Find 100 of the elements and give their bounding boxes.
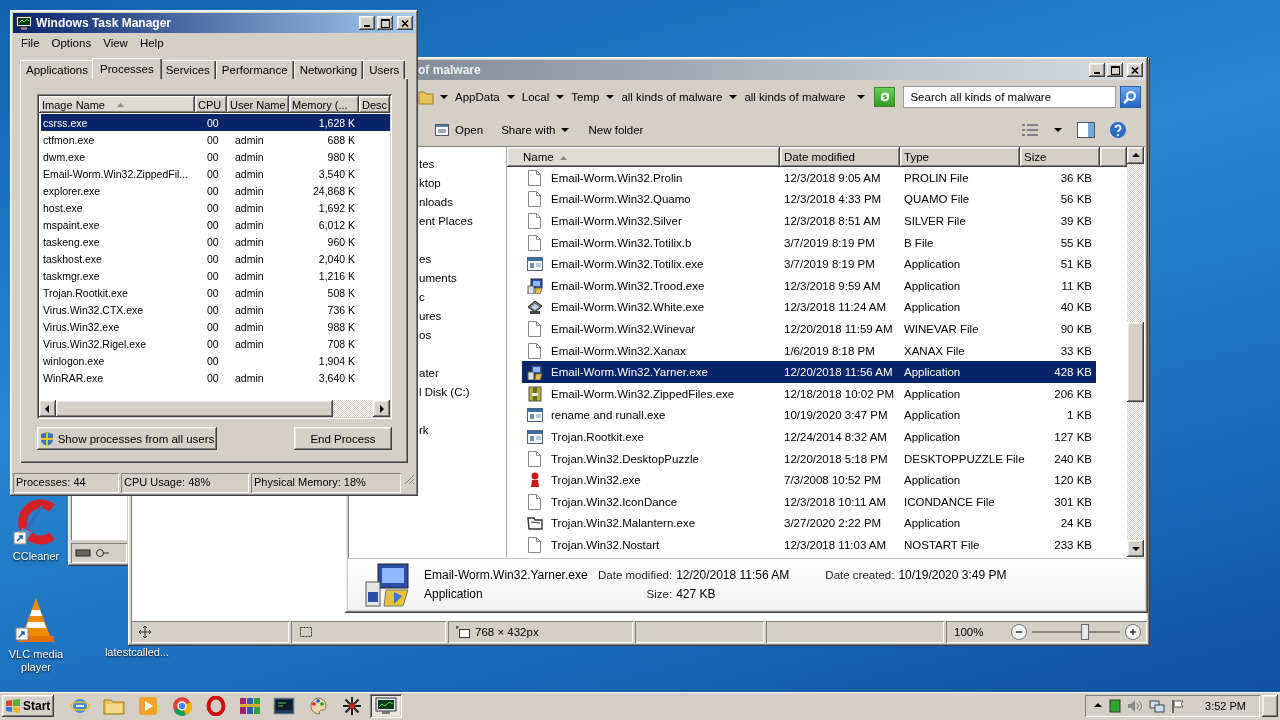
address-bar[interactable]: AppData Local Temp all kinds of malware all kinds of malware (418, 86, 867, 108)
tab[interactable]: Applications (20, 60, 94, 79)
minimize-button[interactable] (1089, 63, 1105, 77)
file-row[interactable]: Trojan.Win32.DesktopPuzzle 12/20/2018 5:18 PM DESKTOPPUZZLE File 240 KB (522, 447, 1096, 470)
file-row[interactable]: Email-Worm.Win32.Trood.exe 12/3/2018 9:59 AM Application 11 KB (522, 274, 1096, 297)
toolbar-button[interactable]: Share with (499, 124, 573, 136)
process-row[interactable]: taskhost.exe 00 admin 2,040 K (41, 250, 390, 267)
slider-thumb[interactable] (1080, 624, 1089, 640)
tab[interactable]: Performance (215, 60, 294, 79)
nav-item[interactable]: ent Places (419, 212, 506, 231)
process-row[interactable]: Trojan.Rootkit.exe 00 admin 508 K (41, 284, 390, 301)
process-row[interactable]: Virus.Win32.CTX.exe 00 admin 736 K (41, 301, 390, 318)
tab[interactable]: Services (159, 60, 216, 79)
zoom-out-button[interactable] (1011, 624, 1027, 640)
nav-item[interactable]: tes (419, 155, 506, 174)
column-header[interactable]: Type (900, 147, 1020, 167)
breadcrumb-arrow-icon[interactable] (555, 92, 566, 102)
maximize-button[interactable] (377, 16, 393, 30)
toolbar-button[interactable]: New folder (586, 124, 646, 136)
show-desktop-button[interactable] (1262, 695, 1278, 717)
scroll-thumb[interactable] (56, 400, 333, 417)
file-row[interactable]: Trojan.Rootkit.exe 12/24/2014 8:32 AM Application 127 KB (522, 426, 1096, 448)
preview-pane-button[interactable] (1077, 122, 1095, 138)
maximize-button[interactable] (1107, 63, 1123, 77)
menu-item[interactable]: Help (133, 36, 170, 49)
vertical-scrollbar[interactable] (1127, 147, 1144, 557)
column-header[interactable]: CPU (195, 96, 227, 113)
nav-item[interactable]: os (419, 326, 506, 345)
search-button[interactable] (1119, 86, 1141, 108)
tab[interactable]: Processes (92, 58, 162, 79)
nav-item[interactable]: es (419, 250, 506, 269)
nav-item[interactable]: nloads (419, 193, 506, 212)
start-button[interactable]: Start (2, 695, 54, 717)
view-button[interactable] (1021, 123, 1039, 137)
desktop-shortcut[interactable]: CCleaner (4, 498, 68, 563)
process-row[interactable]: winlogon.exe 00 1,904 K (41, 352, 390, 369)
file-row[interactable]: Email-Worm.Win32.Yarner.exe 12/20/2018 11:56 AM Application 428 KB (522, 361, 1096, 383)
file-row[interactable]: Trojan.Win32.exe 7/3/2008 10:52 PM Application 120 KB (522, 469, 1096, 491)
process-row[interactable]: Virus.Win32.Rigel.exe 00 admin 708 K (41, 335, 390, 352)
zoom-in-button[interactable] (1125, 624, 1141, 640)
search-field[interactable]: Search all kinds of malware (903, 86, 1116, 108)
scroll-down-button[interactable] (1127, 540, 1144, 557)
file-row[interactable]: Email-Worm.Win32.Xanax 1/6/2019 8:18 PM XANAX File 33 KB (522, 339, 1096, 362)
column-header[interactable]: Name (507, 147, 780, 167)
process-row[interactable]: explorer.exe 00 admin 24,868 K (41, 182, 390, 199)
process-row[interactable]: host.exe 00 admin 1,692 K (41, 199, 390, 216)
process-row[interactable]: mspaint.exe 00 admin 6,012 K (41, 216, 390, 233)
process-row[interactable]: Email-Worm.Win32.ZippedFil... 00 admin 3,540 K (41, 165, 390, 182)
file-row[interactable]: Trojan.Win32.Nostart 12/3/2018 11:03 AM NOSTART File 233 KB (522, 534, 1096, 556)
file-row[interactable]: Email-Worm.Win32.Winevar 12/20/2018 11:59 AM WINEVAR File 90 KB (522, 318, 1096, 340)
process-row[interactable]: taskeng.exe 00 admin 960 K (41, 233, 390, 250)
breadcrumb-item[interactable]: AppData (454, 91, 501, 103)
menu-item[interactable]: View (97, 36, 134, 49)
file-row[interactable]: Email-Worm.Win32.Prolin 12/3/2018 9:05 AM PROLIN File 36 KB (522, 167, 1096, 189)
push-button[interactable]: End Process (294, 427, 392, 450)
breadcrumb-arrow-icon[interactable] (505, 92, 516, 102)
process-row[interactable]: Virus.Win32.exe 00 admin 988 K (41, 318, 390, 335)
tab[interactable]: Users (363, 60, 406, 79)
file-row[interactable]: Email-Worm.Win32.Totilix.exe 3/7/2019 8:19 PM Application 51 KB (522, 253, 1096, 275)
breadcrumb-item[interactable]: all kinds of malware (620, 91, 724, 103)
menu-item[interactable]: Options (45, 36, 98, 49)
process-row[interactable]: taskmgr.exe 00 admin 1,216 K (41, 267, 390, 284)
nav-item[interactable]: ures (419, 307, 506, 326)
taskbar-button[interactable] (370, 694, 402, 718)
process-row[interactable]: ctfmon.exe 00 admin 688 K (41, 131, 390, 148)
push-button[interactable]: Show processes from all users (37, 427, 217, 450)
file-row[interactable]: Email-Worm.Win32.Quamo 12/3/2018 4:33 PM QUAMO File 56 KB (522, 188, 1096, 211)
nav-item[interactable]: ktop (419, 174, 506, 193)
file-row[interactable]: Trojan.Win32.Malantern.exe 3/27/2020 2:22 PM Application 24 KB (522, 512, 1096, 535)
desktop-shortcut[interactable]: VLC media player (4, 596, 68, 674)
breadcrumb-item[interactable]: Temp (570, 91, 601, 103)
minimize-button[interactable] (359, 16, 375, 30)
column-header[interactable]: Desc (359, 96, 390, 113)
toolbar-button[interactable]: Open (432, 122, 486, 138)
nav-item[interactable]: l Disk (C:) (419, 383, 506, 402)
nav-item[interactable]: uments (419, 269, 506, 288)
scroll-thumb[interactable] (1127, 322, 1144, 402)
desktop-shortcut[interactable]: latestcalled... (92, 646, 182, 659)
nav-item[interactable]: rk (419, 421, 506, 440)
column-header[interactable]: Date modified (780, 147, 900, 167)
help-button[interactable] (1109, 121, 1127, 139)
scroll-right-button[interactable] (373, 400, 390, 417)
process-row[interactable]: csrss.exe 00 1,628 K (41, 114, 390, 131)
close-button[interactable] (1127, 63, 1143, 77)
column-header[interactable]: Image Name (39, 96, 195, 113)
horizontal-scrollbar[interactable] (39, 400, 390, 417)
file-row[interactable]: rename and runall.exe 10/19/2020 3:47 PM Application 1 KB (522, 404, 1096, 427)
nav-item[interactable]: ater (419, 364, 506, 383)
view-menu-button[interactable] (1053, 125, 1063, 135)
scroll-left-button[interactable] (39, 400, 56, 417)
breadcrumb-arrow-icon[interactable] (605, 92, 616, 102)
file-row[interactable]: Email-Worm.Win32.Silver 12/3/2018 8:51 AM SILVER File 39 KB (522, 210, 1096, 232)
breadcrumb-arrow-icon[interactable] (728, 92, 739, 102)
refresh-button[interactable] (874, 87, 896, 107)
process-row[interactable]: dwm.exe 00 admin 980 K (41, 148, 390, 165)
file-row[interactable]: Trojan.Win32.IconDance 12/3/2018 10:11 AM ICONDANCE File 301 KB (522, 490, 1096, 513)
column-header[interactable]: Size (1020, 147, 1100, 167)
breadcrumb-item[interactable]: all kinds of malware (743, 91, 847, 103)
scroll-up-button[interactable] (1127, 147, 1144, 164)
tab[interactable]: Networking (293, 60, 364, 79)
